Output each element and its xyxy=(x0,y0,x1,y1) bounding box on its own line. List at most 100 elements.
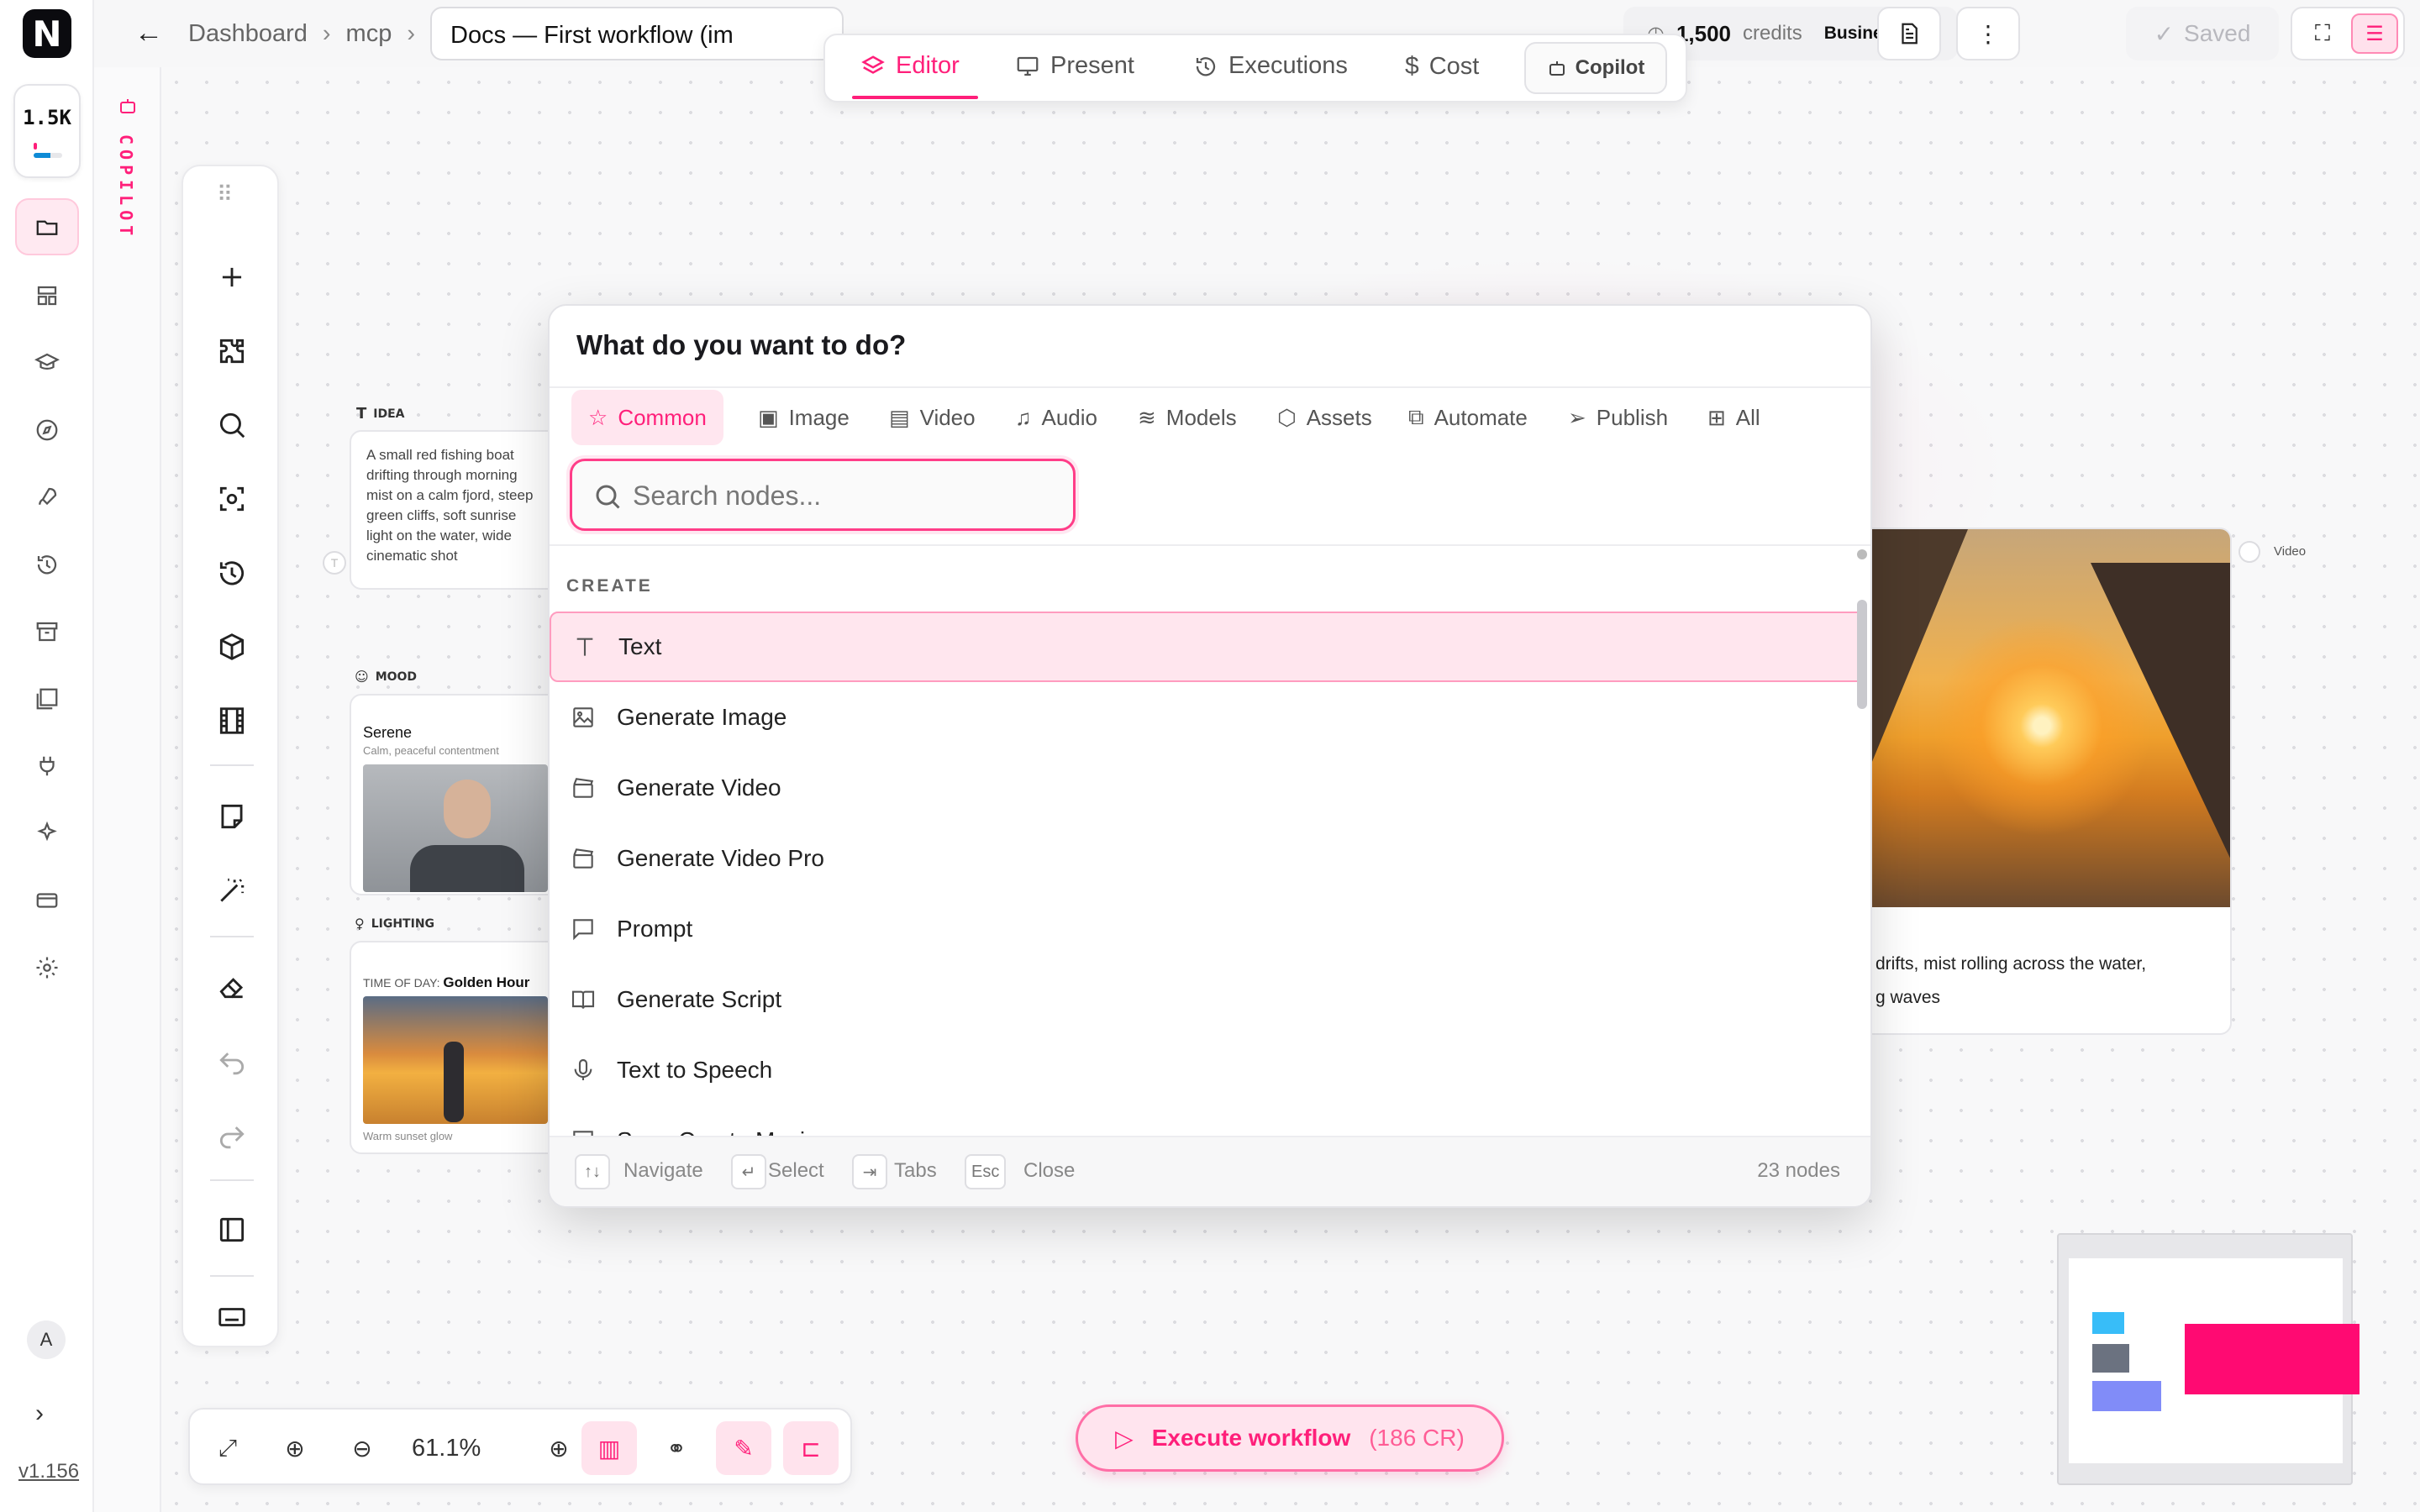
history-icon[interactable] xyxy=(207,548,257,598)
magic-wand-icon[interactable] xyxy=(207,865,257,916)
align-icon[interactable]: ⊏ xyxy=(783,1421,839,1475)
node-item-label: Text xyxy=(618,633,662,659)
music-icon: ♫ xyxy=(1015,404,1032,430)
credit-meter[interactable]: 1.5K xyxy=(13,84,81,178)
adjustments-icon[interactable]: ☰ xyxy=(2351,13,2398,54)
scroll-thumb[interactable] xyxy=(1857,600,1867,709)
document-title-field[interactable]: Docs — First workflow (im xyxy=(430,7,844,60)
category-tab-publish[interactable]: ➢ Publish xyxy=(1551,390,1685,445)
crosshair-icon[interactable]: ⊕ xyxy=(267,1421,323,1475)
tab-copilot[interactable]: Copilot xyxy=(1524,42,1667,94)
nav-templates-icon[interactable] xyxy=(15,267,79,324)
note-icon[interactable] xyxy=(207,791,257,842)
mood-node[interactable]: Serene Calm, peaceful contentment xyxy=(350,694,560,895)
plus-icon[interactable] xyxy=(207,252,257,302)
node-search-box[interactable] xyxy=(570,459,1076,531)
zoom-in-icon[interactable]: ⊕ xyxy=(531,1421,587,1475)
breadcrumb-mcp[interactable]: mcp xyxy=(346,20,392,48)
portrait-face xyxy=(444,780,491,838)
app-version[interactable]: v1.156 xyxy=(18,1460,79,1483)
nav-billing-icon[interactable] xyxy=(15,872,79,929)
scroll-up-icon[interactable] xyxy=(1857,549,1867,559)
node-search-input[interactable] xyxy=(633,476,1053,515)
nav-history-icon[interactable] xyxy=(15,536,79,593)
node-item-label: Generate Script xyxy=(617,986,782,1012)
node-item-text[interactable]: Text xyxy=(550,612,1865,682)
saved-label: Saved xyxy=(2184,20,2251,46)
category-tab-image[interactable]: ▣ Image xyxy=(741,390,866,445)
copilot-rail[interactable]: COPILOT xyxy=(94,67,161,1512)
dialog-divider xyxy=(550,386,1870,388)
zoom-out-icon[interactable]: ⊖ xyxy=(334,1421,390,1475)
category-tab-models[interactable]: ≋ Models xyxy=(1121,390,1254,445)
film-icon[interactable] xyxy=(207,696,257,746)
node-item-generate-image[interactable]: Generate Image xyxy=(550,682,1865,753)
nav-settings-icon[interactable] xyxy=(15,939,79,996)
idea-node[interactable]: A small red fishing boat drifting throug… xyxy=(350,430,560,590)
eraser-icon[interactable] xyxy=(207,961,257,1011)
node-item-text-to-speech[interactable]: Text to Speech xyxy=(550,1035,1865,1105)
zoom-level[interactable]: 61.1% xyxy=(412,1435,481,1462)
idea-label-text: IDEA xyxy=(373,407,405,421)
category-label: Publish xyxy=(1596,404,1669,430)
node-list-scrollbar[interactable] xyxy=(1857,549,1867,1137)
search-icon[interactable] xyxy=(207,400,257,450)
nav-rocket-icon[interactable] xyxy=(15,469,79,526)
puzzle-icon[interactable] xyxy=(207,326,257,376)
redo-icon[interactable] xyxy=(207,1109,257,1159)
node-item-prompt[interactable]: Prompt xyxy=(550,894,1865,964)
more-menu-icon[interactable]: ⋮ xyxy=(1956,7,2020,60)
nav-folder-icon[interactable] xyxy=(15,198,79,255)
focus-icon[interactable] xyxy=(207,474,257,524)
nav-plug-icon[interactable] xyxy=(15,738,79,795)
minimap[interactable] xyxy=(2057,1233,2360,1485)
tab-executions[interactable]: Executions xyxy=(1193,52,1348,80)
node-item-generate-video[interactable]: Generate Video xyxy=(550,753,1865,823)
node-count: 23 nodes xyxy=(1757,1159,1840,1182)
idea-node-label: T IDEA xyxy=(356,405,405,423)
node-item-generate-script[interactable]: Generate Script xyxy=(550,964,1865,1035)
undo-icon[interactable] xyxy=(207,1035,257,1085)
nav-gallery-icon[interactable] xyxy=(15,670,79,727)
nav-explore-icon[interactable] xyxy=(15,402,79,459)
box-icon[interactable] xyxy=(207,622,257,672)
fit-view-icon[interactable]: ⤢ xyxy=(200,1421,255,1475)
category-tab-common[interactable]: ☆ Common xyxy=(571,390,723,445)
back-arrow-icon[interactable]: ← xyxy=(134,17,163,50)
link-icon[interactable]: ⚭ xyxy=(649,1421,704,1475)
category-tab-automate[interactable]: ⧉ Automate xyxy=(1392,390,1544,445)
category-tab-video[interactable]: ▤ Video xyxy=(872,390,992,445)
fullscreen-icon[interactable]: ⛶ xyxy=(2302,15,2343,52)
star-icon: ☆ xyxy=(588,404,608,430)
category-tab-audio[interactable]: ♫ Audio xyxy=(998,390,1114,445)
idea-port-icon[interactable]: T xyxy=(323,551,346,575)
canvas-controls: ⤢ ⊕ ⊖ 61.1% ⊕ ▥ ⚭ ✎ ⊏ xyxy=(188,1408,852,1485)
category-tab-all[interactable]: ⊞ All xyxy=(1691,390,1777,445)
category-tab-assets[interactable]: ⬡ Assets xyxy=(1260,390,1389,445)
expand-sidebar-icon[interactable]: › xyxy=(35,1399,44,1428)
tab-present[interactable]: Present xyxy=(1015,52,1134,80)
user-avatar[interactable]: A xyxy=(27,1320,66,1359)
grip-icon[interactable]: ⠿ xyxy=(217,181,234,207)
keyboard-icon[interactable] xyxy=(207,1292,257,1342)
nav-sparkles-icon[interactable] xyxy=(15,805,79,862)
tab-cost[interactable]: $ Cost xyxy=(1405,52,1479,81)
nav-learn-icon[interactable] xyxy=(15,334,79,391)
video-port-icon[interactable] xyxy=(2238,541,2260,563)
app-logo[interactable]: N xyxy=(23,9,71,58)
node-item-label: Text to Speech xyxy=(617,1057,773,1083)
node-item-generate-video-pro[interactable]: Generate Video Pro xyxy=(550,823,1865,894)
node-item-label: Generate Video xyxy=(617,774,781,801)
breadcrumb-dashboard[interactable]: Dashboard xyxy=(188,20,308,48)
node-item-label: Generate Image xyxy=(617,704,787,730)
document-icon[interactable] xyxy=(1877,7,1941,60)
ruler-icon[interactable]: ✎ xyxy=(716,1421,771,1475)
video-text-line2: g waves xyxy=(1876,988,1941,1007)
map-icon[interactable]: ▥ xyxy=(581,1421,637,1475)
tab-editor[interactable]: Editor xyxy=(852,52,978,99)
nav-archive-icon[interactable] xyxy=(15,603,79,660)
execute-workflow-button[interactable]: ▷ Execute workflow (186 CR) xyxy=(1076,1404,1504,1472)
panel-icon[interactable] xyxy=(207,1205,257,1255)
copilot-rail-label: COPILOT xyxy=(116,134,136,241)
lighting-node[interactable]: TIME OF DAY: Golden Hour Warm sunset glo… xyxy=(350,941,560,1154)
